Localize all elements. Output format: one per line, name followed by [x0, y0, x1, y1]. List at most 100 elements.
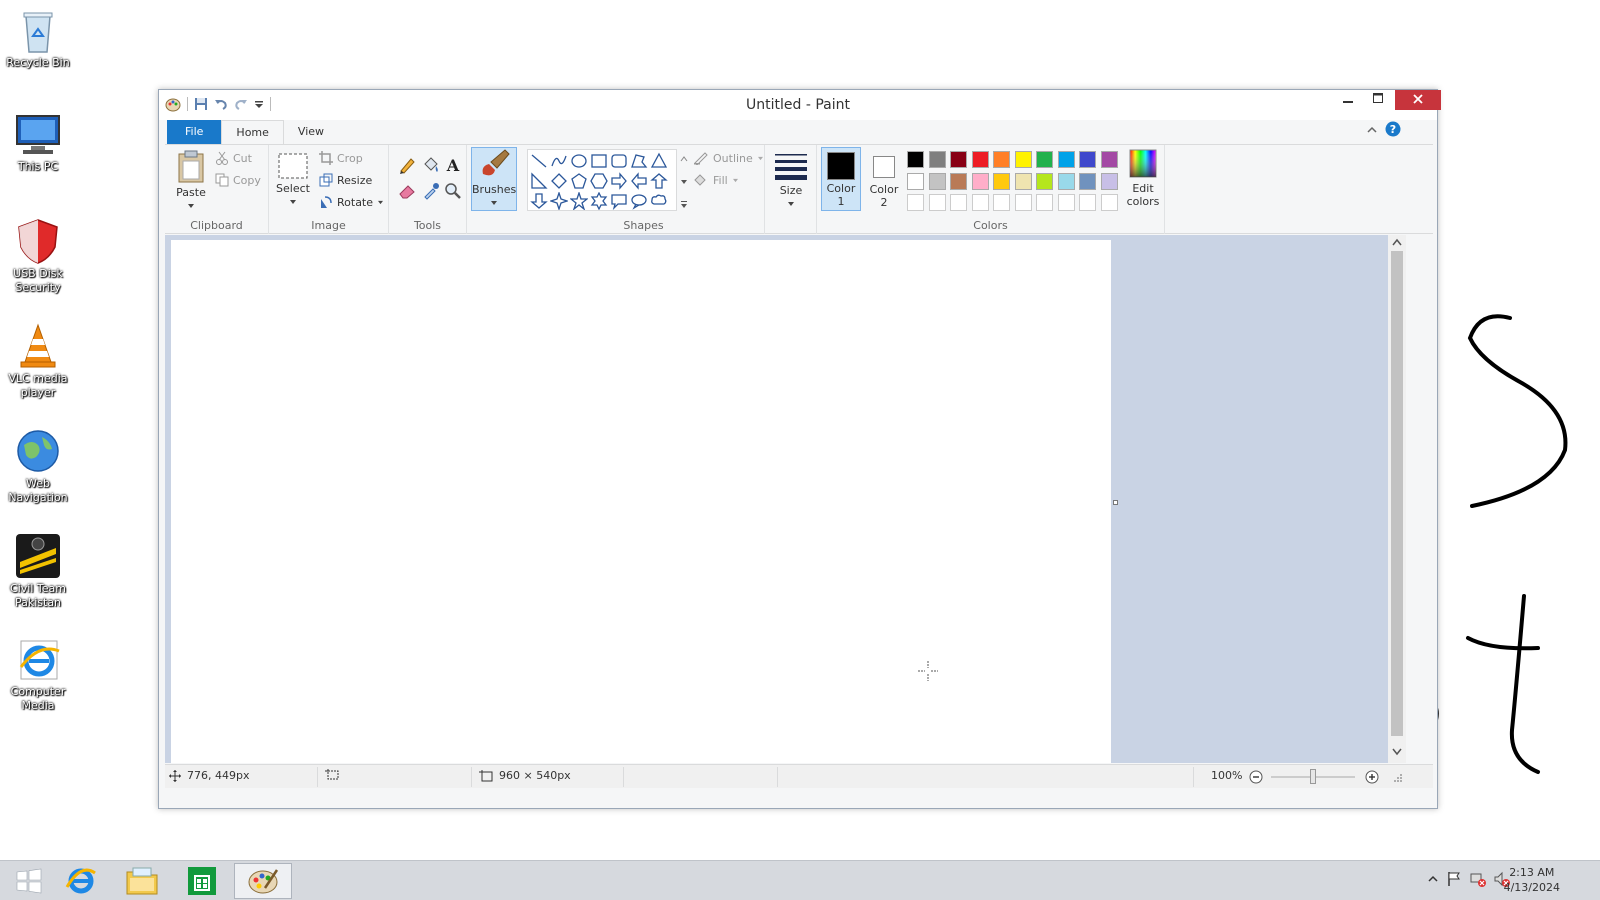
six-point-star-shape-icon[interactable] — [590, 192, 608, 210]
cut-button[interactable]: Cut — [215, 151, 252, 165]
up-arrow-shape-icon[interactable] — [650, 172, 668, 190]
minimize-ribbon-button[interactable] — [1367, 124, 1377, 137]
canvas-resize-handle[interactable] — [1113, 500, 1118, 505]
color1-button[interactable]: Color 1 — [821, 147, 861, 211]
custom-color-slot[interactable] — [928, 194, 946, 211]
eraser-tool[interactable] — [397, 181, 417, 201]
custom-color-slot[interactable] — [1079, 194, 1096, 211]
zoom-out-button[interactable] — [1249, 770, 1263, 784]
custom-color-slot[interactable] — [1014, 194, 1032, 211]
action-center-flag-icon[interactable] — [1446, 871, 1462, 887]
fill-tool[interactable] — [421, 155, 441, 175]
pentagon-shape-icon[interactable] — [570, 172, 588, 190]
curve-shape-icon[interactable] — [550, 152, 568, 170]
color-swatch[interactable] — [1100, 172, 1118, 190]
desktop-icon-computer-media[interactable]: Computer Media — [2, 637, 74, 713]
custom-color-slot[interactable] — [971, 194, 989, 211]
oval-shape-icon[interactable] — [570, 152, 588, 170]
color-swatch[interactable] — [950, 151, 967, 168]
text-tool[interactable]: A — [443, 155, 463, 175]
crop-button[interactable]: Crop — [319, 151, 363, 165]
desktop-icon-usb-disk-security[interactable]: USB Disk Security — [2, 217, 74, 295]
line-shape-icon[interactable] — [530, 152, 548, 170]
copy-button[interactable]: Copy — [215, 173, 261, 187]
color-swatch[interactable] — [950, 172, 967, 190]
select-button[interactable]: Select — [275, 153, 311, 208]
magnifier-tool[interactable] — [443, 181, 463, 201]
color-picker-tool[interactable] — [421, 181, 441, 201]
down-arrow-shape-icon[interactable] — [530, 192, 548, 210]
size-button[interactable]: Size — [771, 151, 811, 210]
rectangular-callout-shape-icon[interactable] — [610, 192, 628, 210]
color-swatch[interactable] — [1036, 151, 1053, 168]
desktop-icon-web-navigation[interactable]: Web Navigation — [2, 427, 74, 505]
zoom-in-button[interactable] — [1365, 770, 1379, 784]
resize-button[interactable]: Resize — [319, 173, 372, 187]
scroll-up-icon[interactable] — [1391, 237, 1403, 250]
scroll-down-icon[interactable] — [1391, 747, 1403, 760]
rotate-button[interactable]: Rotate — [319, 195, 384, 209]
paste-button[interactable]: Paste — [171, 149, 211, 212]
tab-view[interactable]: View — [284, 120, 338, 144]
color-swatch[interactable] — [1100, 151, 1118, 168]
tab-file[interactable]: File — [167, 120, 222, 144]
custom-color-slot[interactable] — [907, 194, 924, 211]
color-swatch[interactable] — [1014, 151, 1032, 168]
desktop-icon-recycle-bin[interactable]: Recycle Bin — [2, 6, 74, 70]
rounded-rectangle-shape-icon[interactable] — [610, 152, 628, 170]
custom-color-slot[interactable] — [1036, 194, 1053, 211]
color-swatch[interactable] — [1079, 172, 1096, 190]
rectangle-shape-icon[interactable] — [590, 152, 608, 170]
oval-callout-shape-icon[interactable] — [630, 192, 648, 210]
taskbar-clock[interactable]: 2:13 AM 4/13/2024 — [1504, 865, 1560, 895]
color-swatch[interactable] — [993, 172, 1010, 190]
start-button[interactable] — [0, 863, 58, 899]
color-swatch[interactable] — [928, 151, 946, 168]
color-swatch[interactable] — [907, 151, 924, 168]
fill-button[interactable]: Fill — [693, 173, 739, 187]
right-arrow-shape-icon[interactable] — [610, 172, 628, 190]
color-swatch[interactable] — [993, 151, 1010, 168]
color2-button[interactable]: Color 2 — [865, 147, 903, 211]
minimize-button[interactable] — [1335, 90, 1361, 110]
diamond-shape-icon[interactable] — [550, 172, 568, 190]
vertical-scrollbar[interactable] — [1388, 235, 1406, 763]
tab-home[interactable]: Home — [221, 120, 284, 144]
custom-color-slot[interactable] — [1057, 194, 1075, 211]
taskbar-internet-explorer[interactable] — [52, 863, 110, 899]
taskbar-store[interactable] — [173, 863, 231, 899]
zoom-slider-thumb[interactable] — [1310, 769, 1316, 784]
brushes-button[interactable]: Brushes — [471, 147, 517, 211]
network-error-icon[interactable] — [1470, 871, 1486, 887]
taskbar-file-explorer[interactable] — [113, 863, 171, 899]
five-point-star-shape-icon[interactable] — [570, 192, 588, 210]
desktop-icon-this-pc[interactable]: This PC — [2, 112, 74, 174]
color-swatch[interactable] — [1036, 172, 1053, 190]
color-swatch[interactable] — [1014, 172, 1032, 190]
pencil-tool[interactable] — [397, 155, 417, 175]
custom-color-slot[interactable] — [1100, 194, 1118, 211]
show-hidden-icons-chevron-icon[interactable] — [1428, 875, 1438, 883]
desktop-icon-vlc-media-player[interactable]: VLC media player — [2, 322, 74, 400]
color-swatch[interactable] — [1057, 151, 1075, 168]
outline-button[interactable]: Outline — [693, 151, 764, 165]
left-arrow-shape-icon[interactable] — [630, 172, 648, 190]
color-swatch[interactable] — [971, 151, 989, 168]
four-point-star-shape-icon[interactable] — [550, 192, 568, 210]
resize-grip[interactable] — [1393, 773, 1403, 783]
polygon-shape-icon[interactable] — [630, 152, 648, 170]
help-button[interactable]: ? — [1385, 121, 1401, 140]
hexagon-shape-icon[interactable] — [590, 172, 608, 190]
close-button[interactable] — [1395, 90, 1441, 110]
maximize-button[interactable] — [1365, 90, 1391, 110]
drawing-canvas[interactable] — [171, 240, 1111, 763]
cloud-callout-shape-icon[interactable] — [650, 192, 668, 210]
color-swatch[interactable] — [1079, 151, 1096, 168]
triangle-shape-icon[interactable] — [650, 152, 668, 170]
shapes-scroll[interactable] — [679, 149, 689, 211]
taskbar-paint[interactable] — [234, 863, 292, 899]
color-swatch[interactable] — [928, 172, 946, 190]
scrollbar-thumb[interactable] — [1391, 251, 1403, 736]
right-triangle-shape-icon[interactable] — [530, 172, 548, 190]
desktop-icon-civil-team-pakistan[interactable]: Civil Team Pakistan — [2, 532, 74, 610]
